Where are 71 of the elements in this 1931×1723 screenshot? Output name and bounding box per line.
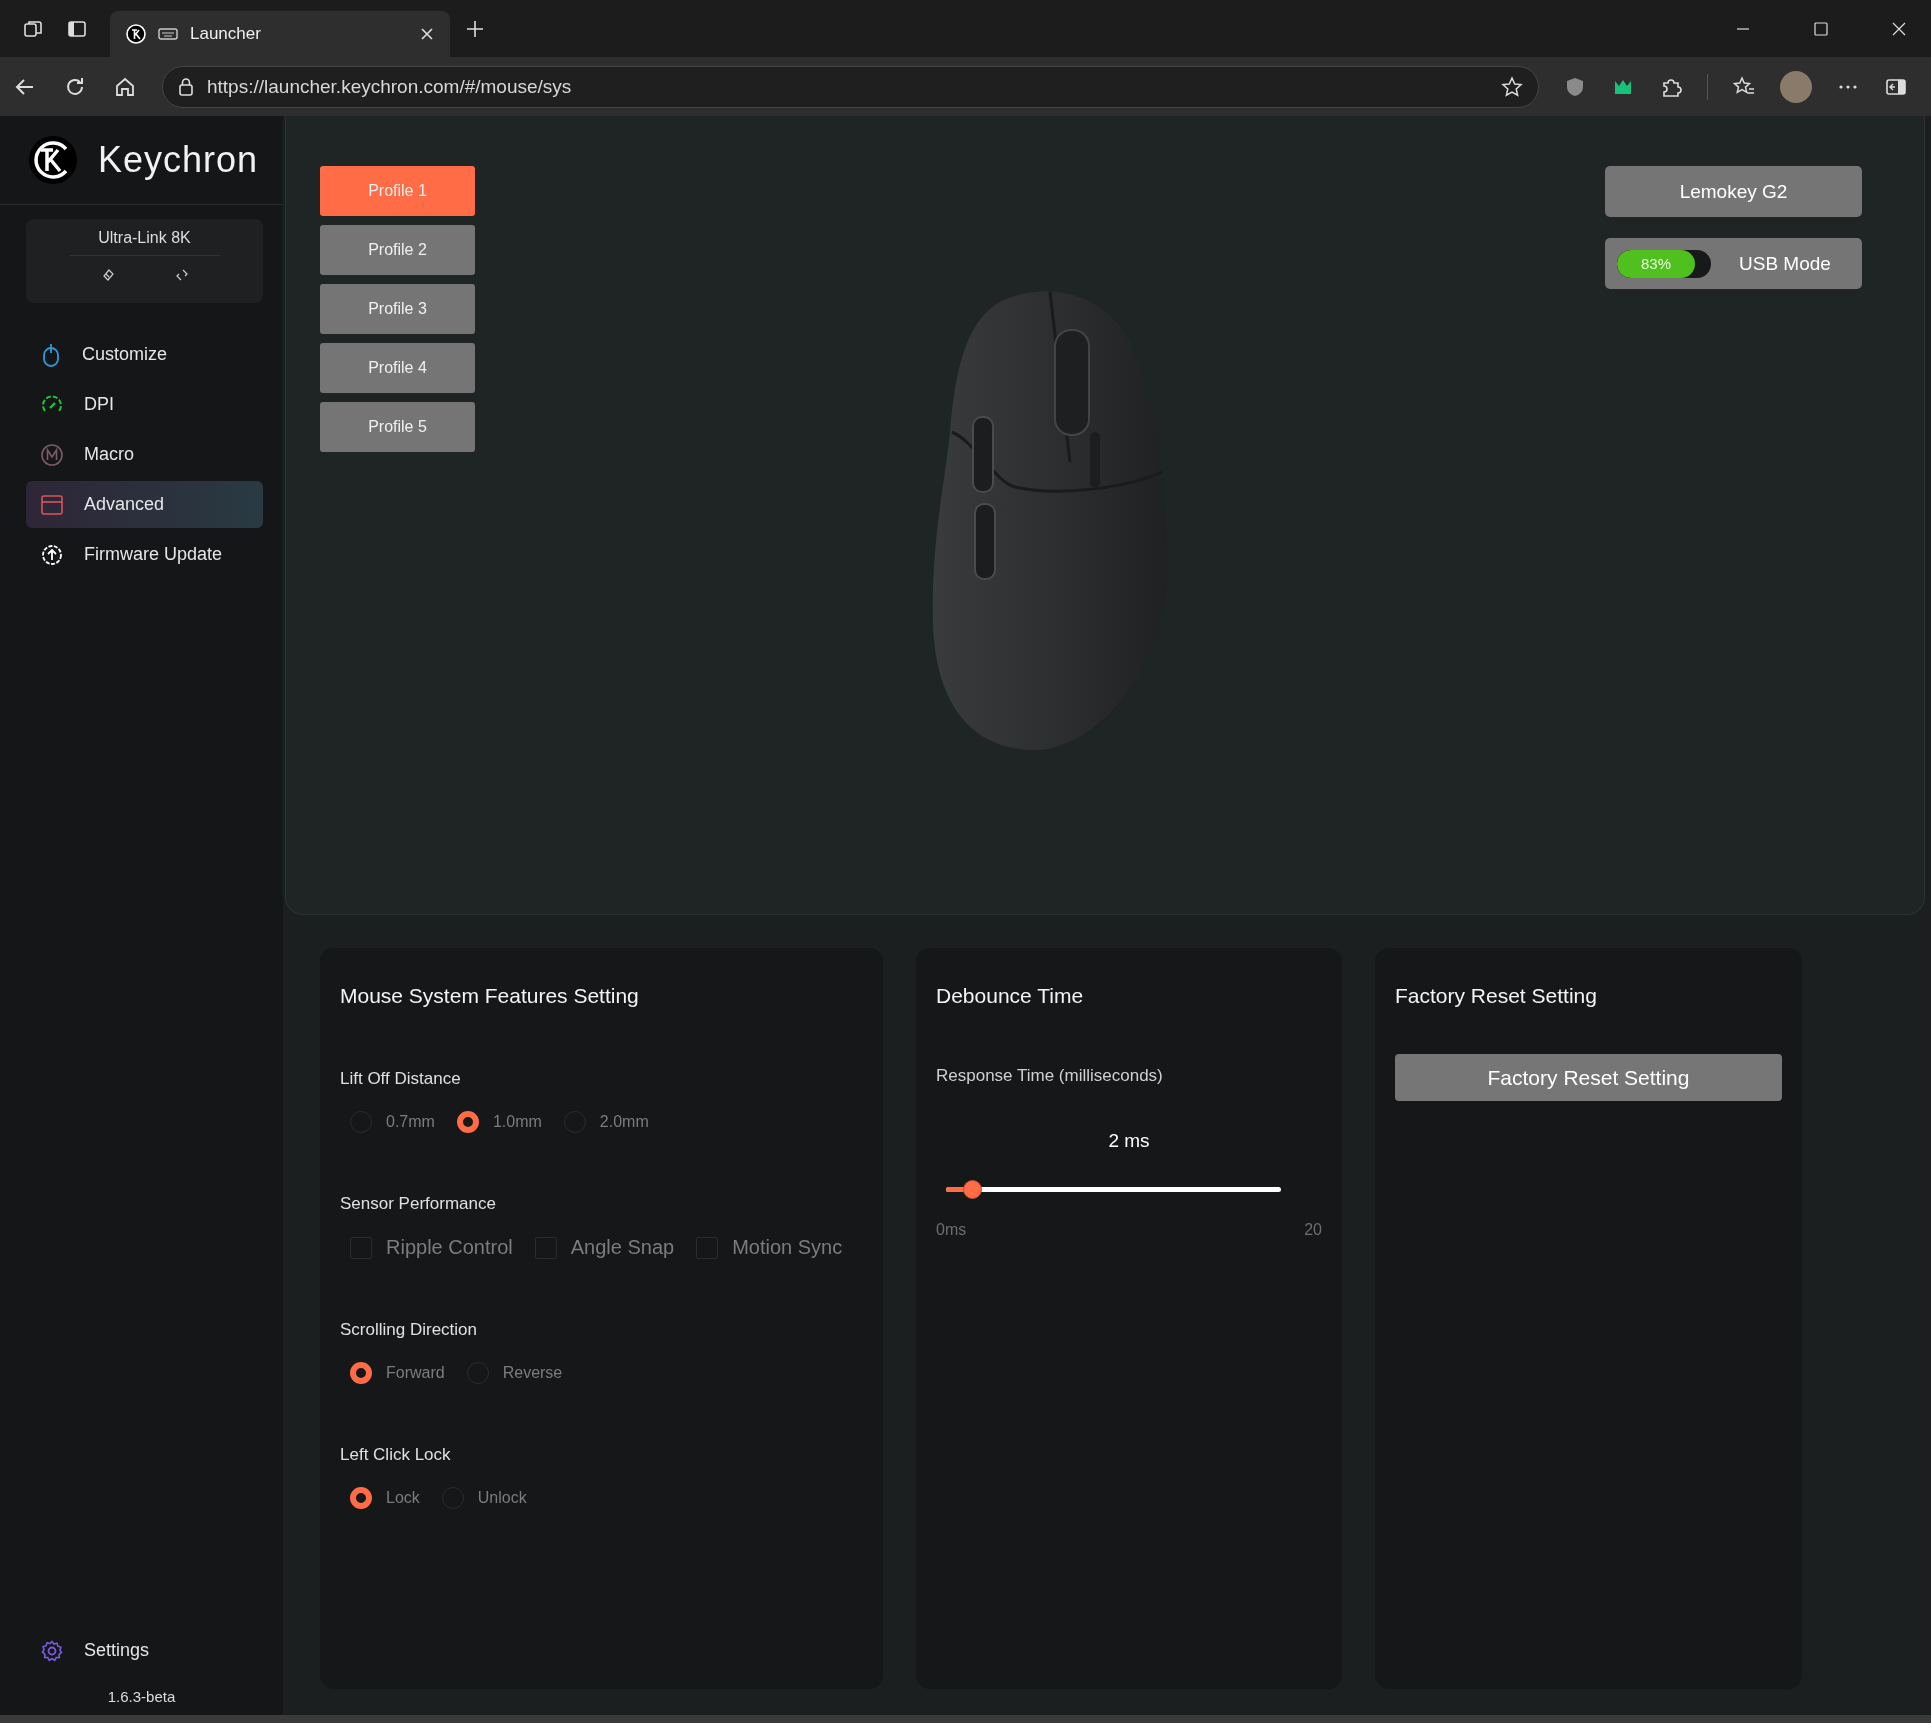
url-text: https://launcher.keychron.com/#/mouse/sys xyxy=(207,75,572,98)
version-text: 1.6.3-beta xyxy=(106,1688,177,1705)
browser-tab[interactable]: Launcher xyxy=(110,11,450,57)
logo-icon xyxy=(126,24,146,44)
close-icon[interactable] xyxy=(1891,20,1907,37)
radio-option[interactable]: Unlock xyxy=(441,1487,527,1509)
radio-option[interactable]: 0.7mm xyxy=(350,1111,435,1133)
keyboard-icon xyxy=(158,27,178,41)
profile-button[interactable]: Profile 1 xyxy=(320,166,475,216)
sidebar-item[interactable]: Customize xyxy=(26,331,263,378)
profile-button[interactable]: Profile 5 xyxy=(320,402,475,452)
group-label: Left Click Lock xyxy=(340,1445,452,1465)
mouse-icon xyxy=(40,342,62,367)
settings-item[interactable]: Settings xyxy=(26,1627,263,1674)
sidebar-item[interactable]: DPI xyxy=(26,381,263,428)
window-icon xyxy=(40,492,64,517)
option-label: Lock xyxy=(386,1489,420,1507)
option-label: 1.0mm xyxy=(492,1113,542,1131)
profile-button[interactable]: Profile 2 xyxy=(320,225,475,275)
radio-option[interactable]: Reverse xyxy=(466,1362,563,1384)
radio-option[interactable]: 2.0mm xyxy=(563,1111,649,1133)
option-label: Unlock xyxy=(477,1489,527,1507)
card-title: Factory Reset Setting xyxy=(1395,984,1598,1008)
slider-max: 20 xyxy=(1304,1221,1322,1239)
group-label: Lift Off Distance xyxy=(340,1069,462,1089)
option-label: Ripple Control xyxy=(386,1236,513,1259)
radio-option[interactable]: Forward xyxy=(350,1362,445,1384)
profile-button[interactable]: Profile 3 xyxy=(320,284,475,334)
letter-m-icon xyxy=(40,442,64,467)
device-name-button[interactable]: Lemokey G2 xyxy=(1605,166,1862,217)
group-label: Scrolling Direction xyxy=(340,1320,478,1340)
card-title: Debounce Time xyxy=(936,984,1085,1008)
lock-icon xyxy=(177,76,195,97)
radio-button[interactable] xyxy=(456,1111,479,1133)
option-label: 2.0mm xyxy=(599,1113,649,1131)
settings-icon xyxy=(40,1638,64,1663)
radio-button[interactable] xyxy=(350,1487,372,1509)
sidebar-item[interactable]: Firmware Update xyxy=(26,531,263,578)
address-bar[interactable]: https://launcher.keychron.com/#/mouse/sys xyxy=(162,65,1539,108)
checkbox-option[interactable]: Angle Snap xyxy=(534,1236,675,1259)
radio-option[interactable]: 1.0mm xyxy=(456,1111,542,1133)
sidebar-item[interactable]: Advanced xyxy=(26,481,263,528)
profile-avatar[interactable] xyxy=(1780,70,1812,103)
option-label: Motion Sync xyxy=(732,1236,843,1259)
maximize-icon[interactable] xyxy=(1813,20,1829,37)
tab-title: Launcher xyxy=(190,24,262,44)
battery-percent: 83% xyxy=(1640,254,1672,272)
mode-label: USB Mode xyxy=(1739,252,1831,275)
radio-button[interactable] xyxy=(350,1362,372,1384)
slider-min: 0ms xyxy=(936,1221,967,1239)
star-icon[interactable] xyxy=(1500,74,1524,99)
option-label: Forward xyxy=(386,1364,445,1382)
slider-label: Response Time (milliseconds) xyxy=(936,1066,1164,1086)
logo-icon xyxy=(28,135,78,185)
checkbox-option[interactable]: Ripple Control xyxy=(350,1236,513,1259)
profile-button[interactable]: Profile 4 xyxy=(320,343,475,393)
close-icon[interactable] xyxy=(420,27,434,41)
brand-name: Keychron xyxy=(98,139,259,181)
option-label: 0.7mm xyxy=(386,1113,435,1131)
receiver-name: Ultra-Link 8K xyxy=(98,229,191,247)
factory-reset-button[interactable]: Factory Reset Setting xyxy=(1395,1054,1782,1101)
radio-option[interactable]: Lock xyxy=(350,1487,420,1509)
upload-icon xyxy=(40,542,64,567)
option-label: Reverse xyxy=(502,1364,563,1382)
sidebar-item[interactable]: Macro xyxy=(26,431,263,478)
slider-thumb[interactable] xyxy=(963,1180,983,1199)
group-label: Sensor Performance xyxy=(340,1194,497,1214)
slider-value: 2 ms xyxy=(1107,1130,1151,1152)
option-label: Angle Snap xyxy=(570,1236,675,1259)
checkbox-option[interactable]: Motion Sync xyxy=(696,1236,843,1259)
card-title: Mouse System Features Setting xyxy=(340,984,640,1008)
